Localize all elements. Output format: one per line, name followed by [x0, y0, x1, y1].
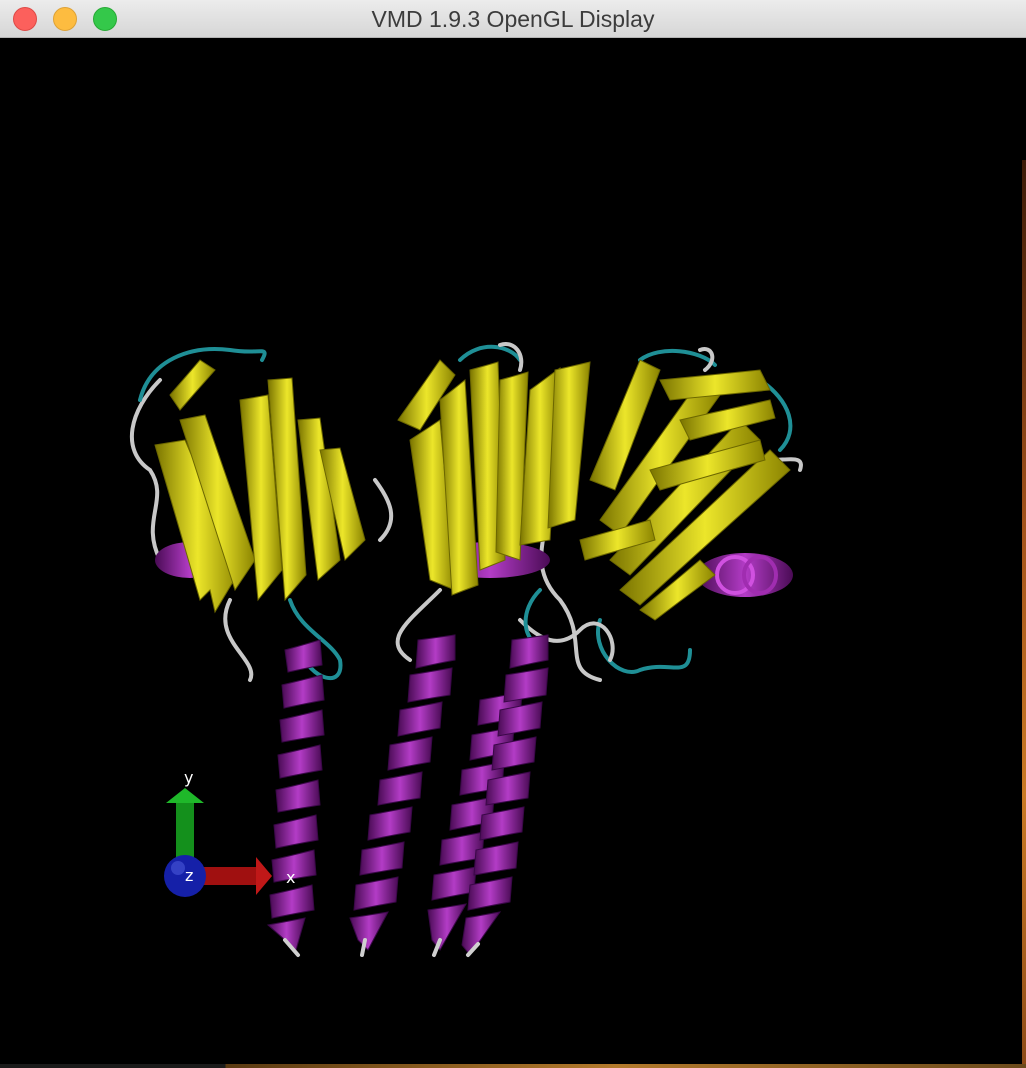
x-axis-arrowhead: [256, 857, 272, 895]
alpha-helix-4: [461, 634, 549, 956]
helix-terminal-coils: [283, 938, 480, 957]
axes-indicator: [164, 788, 272, 897]
opengl-viewport[interactable]: y x z: [0, 38, 1022, 1064]
alpha-helix-1: [266, 639, 325, 951]
z-axis-label: z: [185, 866, 194, 885]
x-axis-label: x: [286, 868, 296, 887]
y-axis-arrowhead: [166, 788, 204, 803]
window-title: VMD 1.9.3 OpenGL Display: [371, 6, 655, 32]
desktop-background-edge: [1022, 160, 1026, 1068]
alpha-helix-2: [349, 634, 456, 951]
x-axis-shaft: [200, 867, 260, 885]
desktop-background-bottom: [0, 1064, 1026, 1068]
beta-sheet-domain-middle: [397, 359, 591, 596]
y-axis-shaft: [176, 800, 194, 862]
molecule-render: [130, 342, 803, 957]
vmd-display-window: VMD 1.9.3 OpenGL Display y x z: [0, 0, 1026, 1068]
y-axis-label: y: [184, 768, 194, 787]
title-bar[interactable]: VMD 1.9.3 OpenGL Display: [0, 0, 1026, 38]
